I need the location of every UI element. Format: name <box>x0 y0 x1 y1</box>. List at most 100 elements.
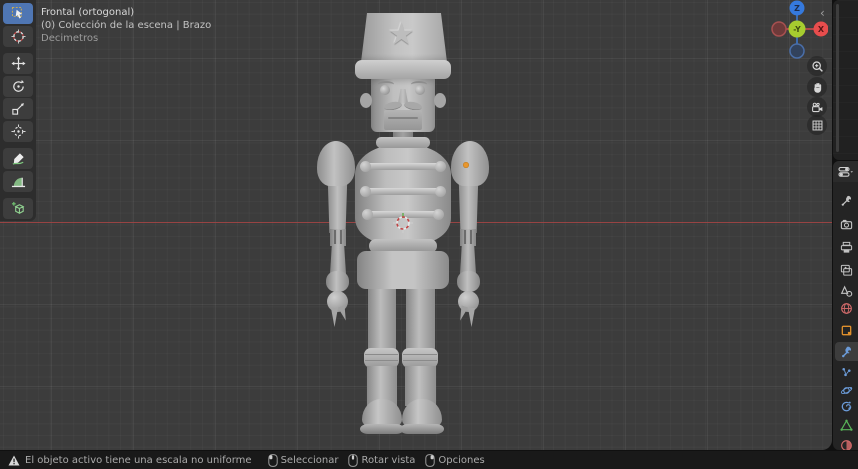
thumb-right <box>457 305 468 321</box>
tool-button-measure[interactable] <box>3 170 33 192</box>
nav-button-pan-hand[interactable] <box>807 77 827 97</box>
jaw-box <box>384 110 422 130</box>
camera-view-icon <box>811 102 822 112</box>
tool-button-move[interactable] <box>3 53 33 74</box>
properties-tab-modifiers[interactable] <box>835 342 858 361</box>
zoom-icon <box>811 60 823 72</box>
knee-cuff-left <box>364 348 399 368</box>
chest-rod-1 <box>366 163 440 170</box>
tool-button-cursor[interactable] <box>3 25 33 47</box>
thumb-left <box>338 305 349 321</box>
properties-tab-output[interactable] <box>835 238 858 257</box>
scene-icon <box>840 285 853 297</box>
ear-right <box>434 93 446 108</box>
tool-button-rotate[interactable] <box>3 75 33 97</box>
warning-text: El objeto activo tiene una escala no uni… <box>25 454 252 466</box>
transform-icon <box>10 123 26 139</box>
thigh-left <box>368 286 396 350</box>
render-icon <box>840 219 853 230</box>
wrist-cuff-right <box>457 271 480 292</box>
measure-icon <box>11 177 25 187</box>
rod-ball-3l <box>362 209 373 220</box>
boot-flange-right <box>400 424 444 434</box>
rod-ball-2r <box>435 186 446 197</box>
view-layer-icon <box>840 264 853 276</box>
properties-tab-world[interactable] <box>835 299 858 318</box>
tool-button-transform[interactable] <box>3 120 33 142</box>
scale-icon <box>11 103 24 115</box>
hint-label: Rotar vista <box>361 454 416 466</box>
view-name: Frontal (ortogonal) <box>41 7 135 18</box>
move-icon <box>10 56 26 71</box>
pan-hand-icon <box>813 82 821 93</box>
tool-button-scale[interactable] <box>3 98 33 119</box>
shoulder-right <box>451 141 489 186</box>
axis-neg-x-ball <box>771 21 787 37</box>
object-origin-dot[interactable] <box>463 162 469 168</box>
constraints-icon <box>841 401 852 412</box>
collection-breadcrumb: (0) Colección de la escena | Brazo <box>41 20 212 31</box>
hint-left-mouse: Seleccionar <box>267 453 339 467</box>
viewport-3d[interactable]: ★ Frontal (ortogonal) (0) Colección de l… <box>0 0 832 450</box>
axis-neg-z-ball <box>789 43 805 59</box>
tool-button-annotate[interactable] <box>3 148 33 169</box>
finger-left <box>331 308 338 327</box>
rod-ball-1r <box>435 161 446 172</box>
data-icon <box>840 419 853 431</box>
navigation-axis-gizmo[interactable]: Z X -Y <box>768 0 828 60</box>
3d-cursor[interactable] <box>393 213 413 233</box>
svg-text:X: X <box>818 25 825 34</box>
shoulder-left <box>317 141 355 186</box>
properties-tab-constraints[interactable] <box>835 397 858 416</box>
hint-right-mouse: Opciones <box>425 453 485 467</box>
rotate-icon <box>12 79 24 92</box>
rod-ball-2l <box>360 186 371 197</box>
object-icon <box>841 325 852 336</box>
warning-icon <box>8 455 20 465</box>
properties-tab-tool[interactable] <box>835 191 858 210</box>
upper-arm-right <box>458 183 479 233</box>
physics-icon <box>840 386 853 395</box>
nav-button-camera-view[interactable] <box>807 97 827 117</box>
outliner-scrollbar[interactable] <box>836 4 839 152</box>
chest-rod-2 <box>366 188 440 195</box>
hat-star: ★ <box>388 17 415 52</box>
properties-tab-view-layer[interactable] <box>835 261 858 280</box>
material-icon <box>841 440 852 450</box>
properties-tab-data[interactable] <box>835 416 858 435</box>
sidebar-toggle-chevron[interactable]: ‹ <box>820 6 825 20</box>
collar-disc <box>376 137 430 148</box>
ear-left <box>360 93 372 108</box>
mouse-right-icon <box>425 453 436 467</box>
elbow-right <box>460 229 476 246</box>
editor-type-button[interactable] <box>833 161 858 182</box>
tool-button-add-cube[interactable] <box>3 198 33 219</box>
mouse-left-icon <box>267 453 278 467</box>
particles-icon <box>842 367 851 377</box>
nutcracker-model[interactable]: ★ <box>0 0 832 450</box>
modifiers-icon <box>842 346 851 358</box>
properties-tab-object[interactable] <box>835 321 858 340</box>
properties-editor-icon <box>837 166 853 177</box>
thigh-right <box>406 286 435 350</box>
nav-button-zoom[interactable] <box>807 56 827 76</box>
hip-box <box>357 251 449 289</box>
select-box-icon <box>11 6 22 19</box>
hint-middle-mouse: Rotar vista <box>348 453 416 467</box>
output-icon <box>840 241 853 253</box>
properties-tab-particles[interactable] <box>835 363 858 382</box>
outliner-collapsed[interactable] <box>833 0 858 160</box>
tool-icon <box>841 195 852 206</box>
properties-tab-material[interactable] <box>835 436 858 450</box>
units-label: Decimetros <box>41 33 99 44</box>
svg-text:-Y: -Y <box>793 25 801 34</box>
tool-button-select-box[interactable] <box>3 3 33 24</box>
wrist-cuff-left <box>326 271 349 292</box>
finger-right <box>468 308 475 327</box>
properties-tab-render[interactable] <box>835 215 858 234</box>
add-cube-icon <box>11 201 24 215</box>
nav-button-grid-ortho[interactable] <box>807 115 827 135</box>
hint-label: Seleccionar <box>280 454 339 466</box>
toolbar <box>0 0 36 221</box>
svg-text:Z: Z <box>794 4 800 13</box>
